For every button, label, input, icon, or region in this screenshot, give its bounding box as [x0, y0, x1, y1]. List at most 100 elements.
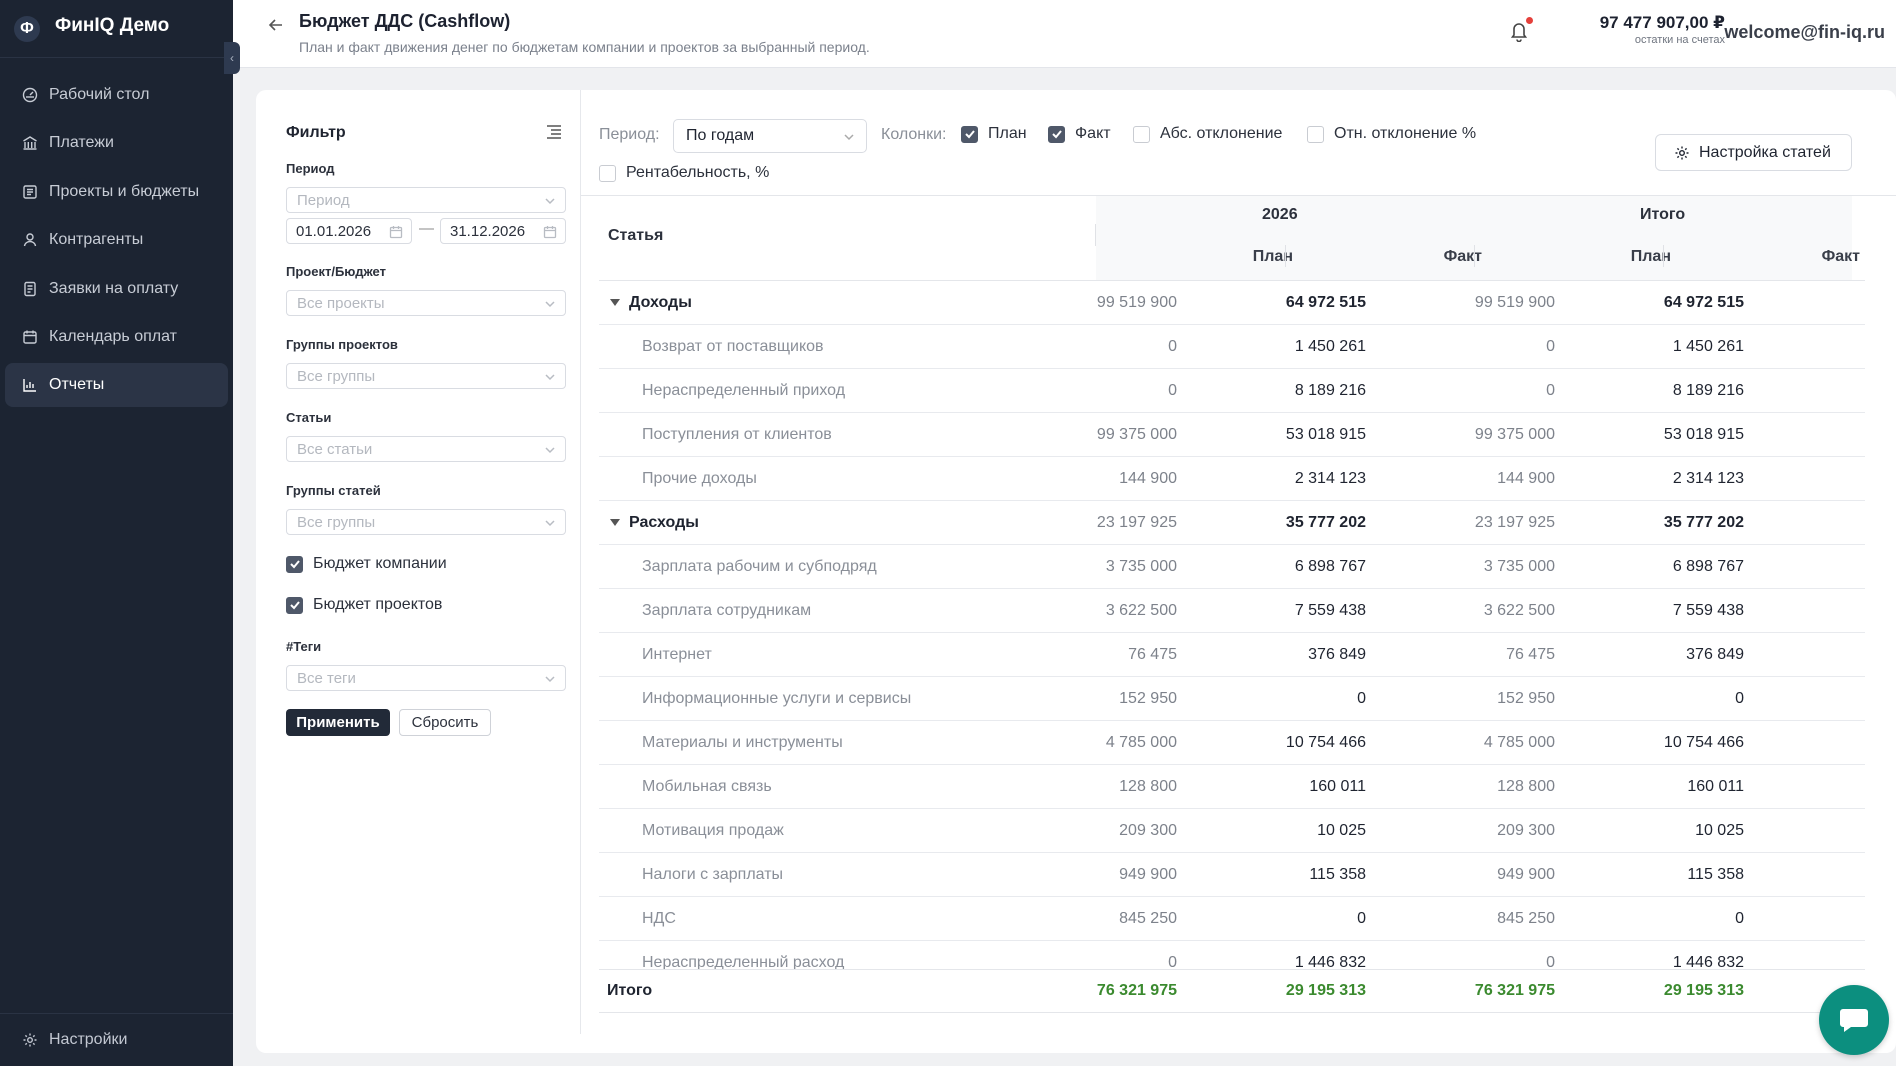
col-rel-checkbox[interactable]: Отн. отклонение %: [1307, 125, 1476, 143]
columns-label: Колонки:: [881, 126, 947, 143]
col-plan-label: План: [988, 125, 1027, 142]
chat-bubble-icon: [1840, 1009, 1868, 1032]
table-row: Интернет 76 475 376 849 76 475 376 849: [599, 633, 1865, 677]
row-plan-value: 152 950: [1119, 690, 1177, 707]
project-label: Проект/Бюджет: [286, 264, 386, 279]
project-groups-select[interactable]: Все группы: [286, 363, 566, 389]
sidebar: Ф ФинIQ Демо Рабочий стол Платежи Проект…: [0, 0, 233, 1066]
sidebar-collapse-button[interactable]: ‹: [224, 42, 240, 74]
sidebar-item-label: Контрагенты: [49, 231, 144, 249]
table-row: Поступления от клиентов 99 375 000 53 018 …: [599, 413, 1865, 457]
account-balance[interactable]: 97 477 907,00 ₽ остатки на счетах: [1553, 13, 1725, 46]
gear-icon: [23, 1033, 37, 1047]
caret-down-icon[interactable]: [610, 299, 620, 306]
row-fact-value: 10 025: [1317, 822, 1366, 839]
tags-select[interactable]: Все теги: [286, 665, 566, 691]
table-header-bg: [1096, 196, 1852, 281]
sidebar-item-label: Платежи: [49, 134, 114, 152]
checkmark-icon: [289, 560, 300, 569]
col-abs-checkbox[interactable]: Абс. отклонение: [1133, 125, 1282, 143]
user-email[interactable]: welcome@fin-iq.ru: [1713, 22, 1885, 43]
article-settings-button[interactable]: Настройка статей: [1655, 134, 1852, 171]
sidebar-item-projects[interactable]: Проекты и бюджеты: [5, 170, 228, 214]
brand-name: ФинIQ Демо: [55, 14, 170, 36]
row-article-name: Информационные услуги и сервисы: [642, 690, 912, 707]
row-total-plan-value: 845 250: [1497, 910, 1555, 927]
row-total-plan-value: 99 375 000: [1474, 426, 1555, 443]
row-plan-value: 0: [1168, 382, 1177, 399]
row-article-name: Зарплата сотрудникам: [642, 602, 812, 619]
article-groups-select[interactable]: Все группы: [286, 509, 566, 535]
period-label: Период: [286, 161, 335, 176]
table-group-row[interactable]: Расходы 23 197 925 35 777 202 23 197 925 35 …: [599, 501, 1865, 545]
project-budget-checkbox[interactable]: Бюджет проектов: [286, 596, 442, 614]
row-total-plan-value: 209 300: [1497, 822, 1555, 839]
checkbox-unchecked[interactable]: [1307, 125, 1324, 143]
apply-button[interactable]: Применить: [286, 709, 390, 736]
checkbox-checked[interactable]: [961, 125, 978, 143]
row-plan-value: 209 300: [1119, 822, 1177, 839]
total-label: Итого: [607, 982, 653, 999]
sidebar-item-settings[interactable]: Настройки: [0, 1013, 233, 1066]
date-from-input[interactable]: 01.01.2026: [286, 218, 412, 244]
filter-list-icon[interactable]: [545, 124, 563, 140]
brand[interactable]: Ф ФинIQ Демо: [0, 0, 233, 58]
col-plan-checkbox[interactable]: План: [961, 125, 1027, 143]
col-profit-checkbox[interactable]: Рентабельность, %: [599, 164, 769, 182]
row-fact-value: 115 358: [1309, 866, 1366, 883]
period-grouping-select[interactable]: По годам: [673, 119, 867, 153]
articles-select[interactable]: Все статьи: [286, 436, 566, 462]
row-total-plan-value: 128 800: [1497, 778, 1555, 795]
row-total-plan-value: 949 900: [1497, 866, 1555, 883]
table-row: Мобильная связь 128 800 160 011 128 800 160 …: [599, 765, 1865, 809]
calendar-icon: [543, 226, 557, 239]
sidebar-item-reports[interactable]: Отчеты: [5, 363, 228, 408]
page-title: Бюджет ДДС (Cashflow): [299, 11, 511, 31]
filter-panel: Фильтр Период Период 01.01.2026 — 31.12.…: [256, 90, 581, 1034]
row-fact-value: 8 189 216: [1294, 382, 1366, 399]
checkbox-checked[interactable]: [286, 596, 303, 614]
row-article-name: Материалы и инструменты: [642, 734, 843, 751]
contacts-icon: [23, 233, 37, 247]
row-fact-value: 376 849: [1308, 646, 1366, 663]
checkmark-icon: [289, 601, 300, 610]
project-groups-placeholder: Все группы: [297, 367, 376, 385]
sidebar-item-dashboard[interactable]: Рабочий стол: [5, 73, 228, 117]
date-from-value: 01.01.2026: [296, 222, 372, 240]
articles-label: Статьи: [286, 410, 332, 425]
period-grouping-value: По годам: [686, 127, 755, 144]
row-plan-value: 0: [1168, 954, 1177, 969]
row-total-plan-value: 0: [1546, 382, 1555, 399]
tags-placeholder: Все теги: [297, 669, 356, 687]
project-select[interactable]: Все проекты: [286, 290, 566, 316]
period-select[interactable]: Период: [286, 187, 566, 213]
sidebar-item-requests[interactable]: Заявки на оплату: [5, 267, 228, 311]
row-article-name: Нераспределенный расход: [642, 954, 845, 969]
sidebar-item-payments[interactable]: Платежи: [5, 121, 228, 165]
row-article-name: Мотивация продаж: [642, 822, 784, 839]
total-sum-plan-value: 76 321 975: [1474, 982, 1555, 999]
table-row: Нераспределенный расход 0 1 446 832 0 1 446 …: [599, 941, 1865, 969]
chevron-down-icon: [545, 374, 555, 381]
table-row: Нераспределенный приход 0 8 189 216 0 8 189 …: [599, 369, 1865, 413]
checkbox-checked[interactable]: [1048, 125, 1065, 143]
article-groups-placeholder: Все группы: [297, 513, 376, 531]
checkbox-unchecked[interactable]: [1133, 125, 1150, 143]
calendar-icon: [389, 226, 403, 239]
reset-button[interactable]: Сбросить: [399, 709, 491, 736]
col-fact-checkbox[interactable]: Факт: [1048, 125, 1111, 143]
caret-down-icon[interactable]: [610, 519, 620, 526]
date-to-input[interactable]: 31.12.2026: [440, 218, 566, 244]
table-group-row[interactable]: Доходы 99 519 900 64 972 515 99 519 900 64 9…: [599, 281, 1865, 325]
sidebar-item-calendar[interactable]: Календарь оплат: [5, 315, 228, 359]
bell-icon[interactable]: [1509, 20, 1529, 42]
checkbox-unchecked[interactable]: [599, 164, 616, 182]
checkbox-checked[interactable]: [286, 555, 303, 573]
bank-icon: [23, 136, 37, 151]
row-total-fact-value: 53 018 915: [1663, 426, 1744, 443]
company-budget-checkbox[interactable]: Бюджет компании: [286, 555, 447, 573]
arrow-left-icon[interactable]: [267, 16, 285, 34]
chat-button[interactable]: [1819, 985, 1889, 1055]
sidebar-item-contractors[interactable]: Контрагенты: [5, 218, 228, 262]
row-fact-value: 53 018 915: [1285, 426, 1366, 443]
